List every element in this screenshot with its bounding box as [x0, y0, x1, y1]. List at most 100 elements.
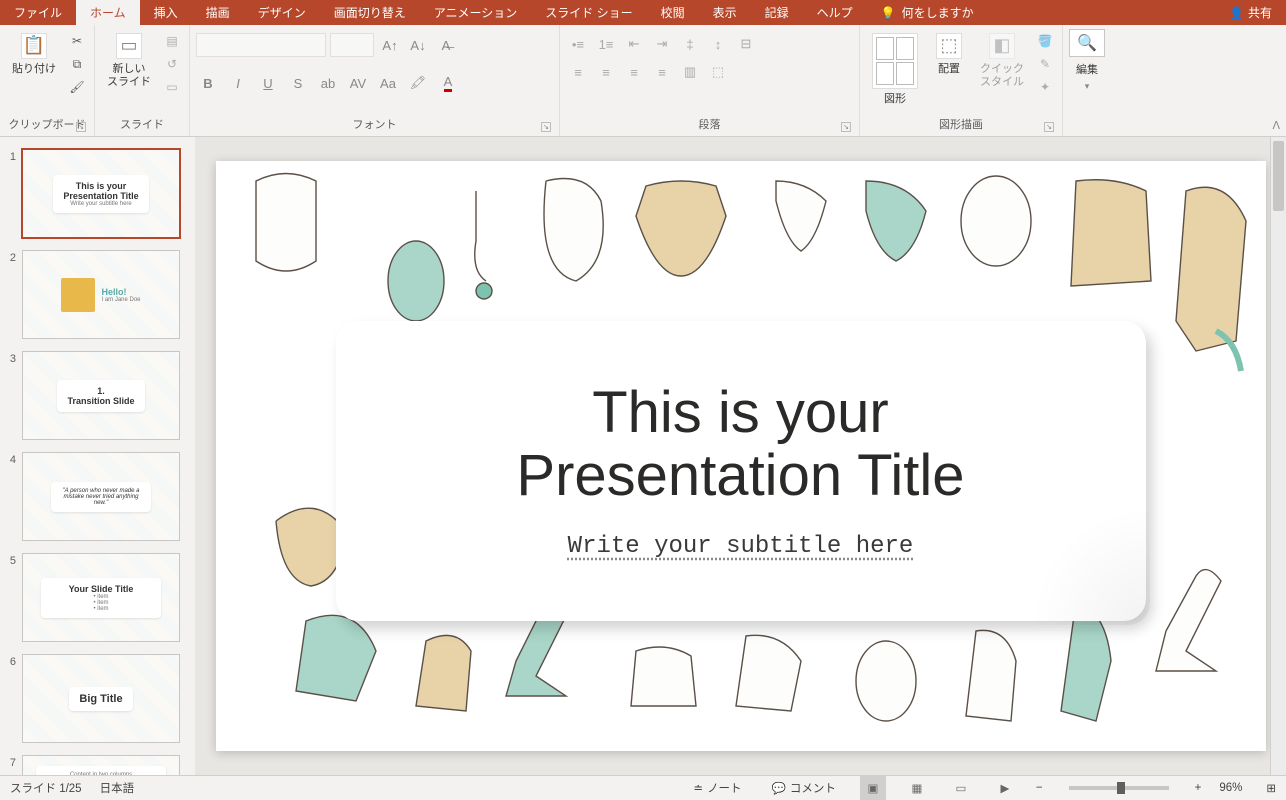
slideshow-view-button[interactable]: ▶ — [992, 776, 1018, 800]
shape-fill-button[interactable]: 🪣 — [1034, 31, 1056, 51]
comments-button[interactable]: 💬コメント — [766, 776, 842, 800]
zoom-value[interactable]: 96% — [1219, 782, 1242, 794]
slide-thumbnail-5[interactable]: Your Slide Title• item• item• item — [22, 553, 180, 642]
underline-button[interactable]: U — [256, 71, 280, 95]
arrange-button[interactable]: ⬚ 配置 — [928, 29, 970, 80]
zoom-out-button[interactable]: − — [1036, 782, 1043, 794]
quick-styles-button[interactable]: ◧ クイック スタイル — [974, 29, 1030, 93]
slide-subtitle[interactable]: Write your subtitle here — [568, 533, 914, 560]
collapse-ribbon-button[interactable]: ᐱ — [1272, 119, 1280, 132]
align-text-button[interactable]: ⊟ — [734, 33, 758, 55]
font-name-combo[interactable] — [196, 33, 326, 57]
italic-button[interactable]: I — [226, 71, 250, 95]
slide-thumbnail-1[interactable]: This is yourPresentation TitleWrite your… — [22, 149, 180, 238]
clipboard-launcher[interactable]: ↘ — [76, 122, 86, 132]
group-drawing: 図形 ⬚ 配置 ◧ クイック スタイル 🪣 ✎ ✦ 図形描画↘ — [860, 25, 1063, 136]
group-slides: ▭ 新しい スライド ▤ ↺ ▭ スライド — [95, 25, 190, 136]
reset-button[interactable]: ↺ — [161, 54, 183, 74]
scroll-thumb[interactable] — [1273, 141, 1284, 211]
font-launcher[interactable]: ↘ — [541, 122, 551, 132]
text-direction-button[interactable]: ↕ — [706, 33, 730, 55]
numbering-button[interactable]: 1≡ — [594, 33, 618, 55]
fit-to-window-button[interactable]: ⊞ — [1266, 781, 1276, 795]
justify-button[interactable]: ≡ — [650, 61, 674, 83]
slide-canvas-area[interactable]: This is your Presentation Title Write yo… — [195, 137, 1286, 775]
shapes-button[interactable]: 図形 — [866, 29, 924, 110]
thumb-number: 2 — [4, 250, 16, 264]
copy-button[interactable]: ⧉ — [66, 54, 88, 74]
zoom-slider[interactable] — [1069, 786, 1169, 790]
tab-review[interactable]: 校閲 — [647, 0, 699, 25]
share-button[interactable]: 👤共有 — [1215, 0, 1286, 25]
tab-draw[interactable]: 描画 — [192, 0, 244, 25]
find-button[interactable]: 🔍 — [1069, 29, 1105, 57]
tab-animations[interactable]: アニメーション — [420, 0, 532, 25]
normal-view-button[interactable]: ▣ — [860, 776, 886, 800]
notes-button[interactable]: ≐ノート — [687, 776, 747, 800]
tab-help[interactable]: ヘルプ — [803, 0, 867, 25]
tab-view[interactable]: 表示 — [699, 0, 751, 25]
sorter-view-button[interactable]: ▦ — [904, 776, 930, 800]
zoom-knob[interactable] — [1117, 782, 1125, 794]
line-spacing-button[interactable]: ‡ — [678, 33, 702, 55]
title-card[interactable]: This is your Presentation Title Write yo… — [336, 321, 1146, 621]
zoom-in-button[interactable]: + — [1195, 782, 1202, 794]
slide-thumbnail-2[interactable]: Hello!I am Jane Doe — [22, 250, 180, 339]
spacing-button[interactable]: AV — [346, 71, 370, 95]
section-button[interactable]: ▭ — [161, 77, 183, 97]
cut-button[interactable]: ✂ — [66, 31, 88, 51]
tab-record[interactable]: 記録 — [751, 0, 803, 25]
new-slide-button[interactable]: ▭ 新しい スライド — [101, 29, 157, 93]
tab-transitions[interactable]: 画面切り替え — [320, 0, 420, 25]
slide-title[interactable]: This is your Presentation Title — [516, 382, 964, 507]
thumbnail-panel[interactable]: 1 This is yourPresentation TitleWrite yo… — [0, 137, 195, 775]
tell-me[interactable]: 💡何をしますか — [867, 0, 988, 25]
thumb-number: 4 — [4, 452, 16, 466]
case-button[interactable]: Aa — [376, 71, 400, 95]
shape-effects-button[interactable]: ✦ — [1034, 77, 1056, 97]
tab-design[interactable]: デザイン — [244, 0, 320, 25]
slide-thumbnail-7[interactable]: Content in two columns — [22, 755, 180, 775]
slide[interactable]: This is your Presentation Title Write yo… — [216, 161, 1266, 751]
slide-thumbnail-3[interactable]: 1.Transition Slide — [22, 351, 180, 440]
columns-button[interactable]: ▥ — [678, 61, 702, 83]
indent-inc-button[interactable]: ⇥ — [650, 33, 674, 55]
group-font: A↑ A↓ A̶ B I U S ab AV Aa 🖍 A フォント↘ — [190, 25, 560, 136]
layout-button[interactable]: ▤ — [161, 31, 183, 51]
font-size-combo[interactable] — [330, 33, 374, 57]
drawing-launcher[interactable]: ↘ — [1044, 122, 1054, 132]
vertical-scrollbar[interactable] — [1270, 137, 1286, 775]
quick-styles-icon: ◧ — [989, 33, 1015, 59]
align-left-button[interactable]: ≡ — [566, 61, 590, 83]
language-indicator[interactable]: 日本語 — [100, 780, 135, 796]
align-center-button[interactable]: ≡ — [594, 61, 618, 83]
tab-file[interactable]: ファイル — [0, 0, 76, 25]
shape-outline-button[interactable]: ✎ — [1034, 54, 1056, 74]
tab-insert[interactable]: 挿入 — [140, 0, 192, 25]
slide-thumbnail-4[interactable]: "A person who never made a mistake never… — [22, 452, 180, 541]
shrink-font-button[interactable]: A↓ — [406, 33, 430, 57]
notes-icon: ≐ — [693, 781, 703, 795]
slide-thumbnail-6[interactable]: Big Title — [22, 654, 180, 743]
arrange-icon: ⬚ — [936, 33, 962, 59]
smartart-button[interactable]: ⬚ — [706, 61, 730, 83]
clear-format-button[interactable]: A̶ — [434, 33, 458, 57]
comments-icon: 💬 — [772, 781, 786, 795]
format-painter-button[interactable]: 🖌 — [66, 77, 88, 97]
paste-button[interactable]: 📋 貼り付け — [6, 29, 62, 80]
group-editing: 🔍 編集 ▾ — [1063, 25, 1111, 136]
indent-dec-button[interactable]: ⇤ — [622, 33, 646, 55]
strike-button[interactable]: S — [286, 71, 310, 95]
paragraph-launcher[interactable]: ↘ — [841, 122, 851, 132]
bullets-button[interactable]: •≡ — [566, 33, 590, 55]
reading-view-button[interactable]: ▭ — [948, 776, 974, 800]
main-area: 1 This is yourPresentation TitleWrite yo… — [0, 137, 1286, 775]
tab-home[interactable]: ホーム — [76, 0, 140, 25]
tab-slideshow[interactable]: スライド ショー — [531, 0, 646, 25]
align-right-button[interactable]: ≡ — [622, 61, 646, 83]
font-color-button[interactable]: A — [436, 71, 460, 95]
highlight-button[interactable]: 🖍 — [406, 71, 430, 95]
shadow-button[interactable]: ab — [316, 71, 340, 95]
bold-button[interactable]: B — [196, 71, 220, 95]
grow-font-button[interactable]: A↑ — [378, 33, 402, 57]
